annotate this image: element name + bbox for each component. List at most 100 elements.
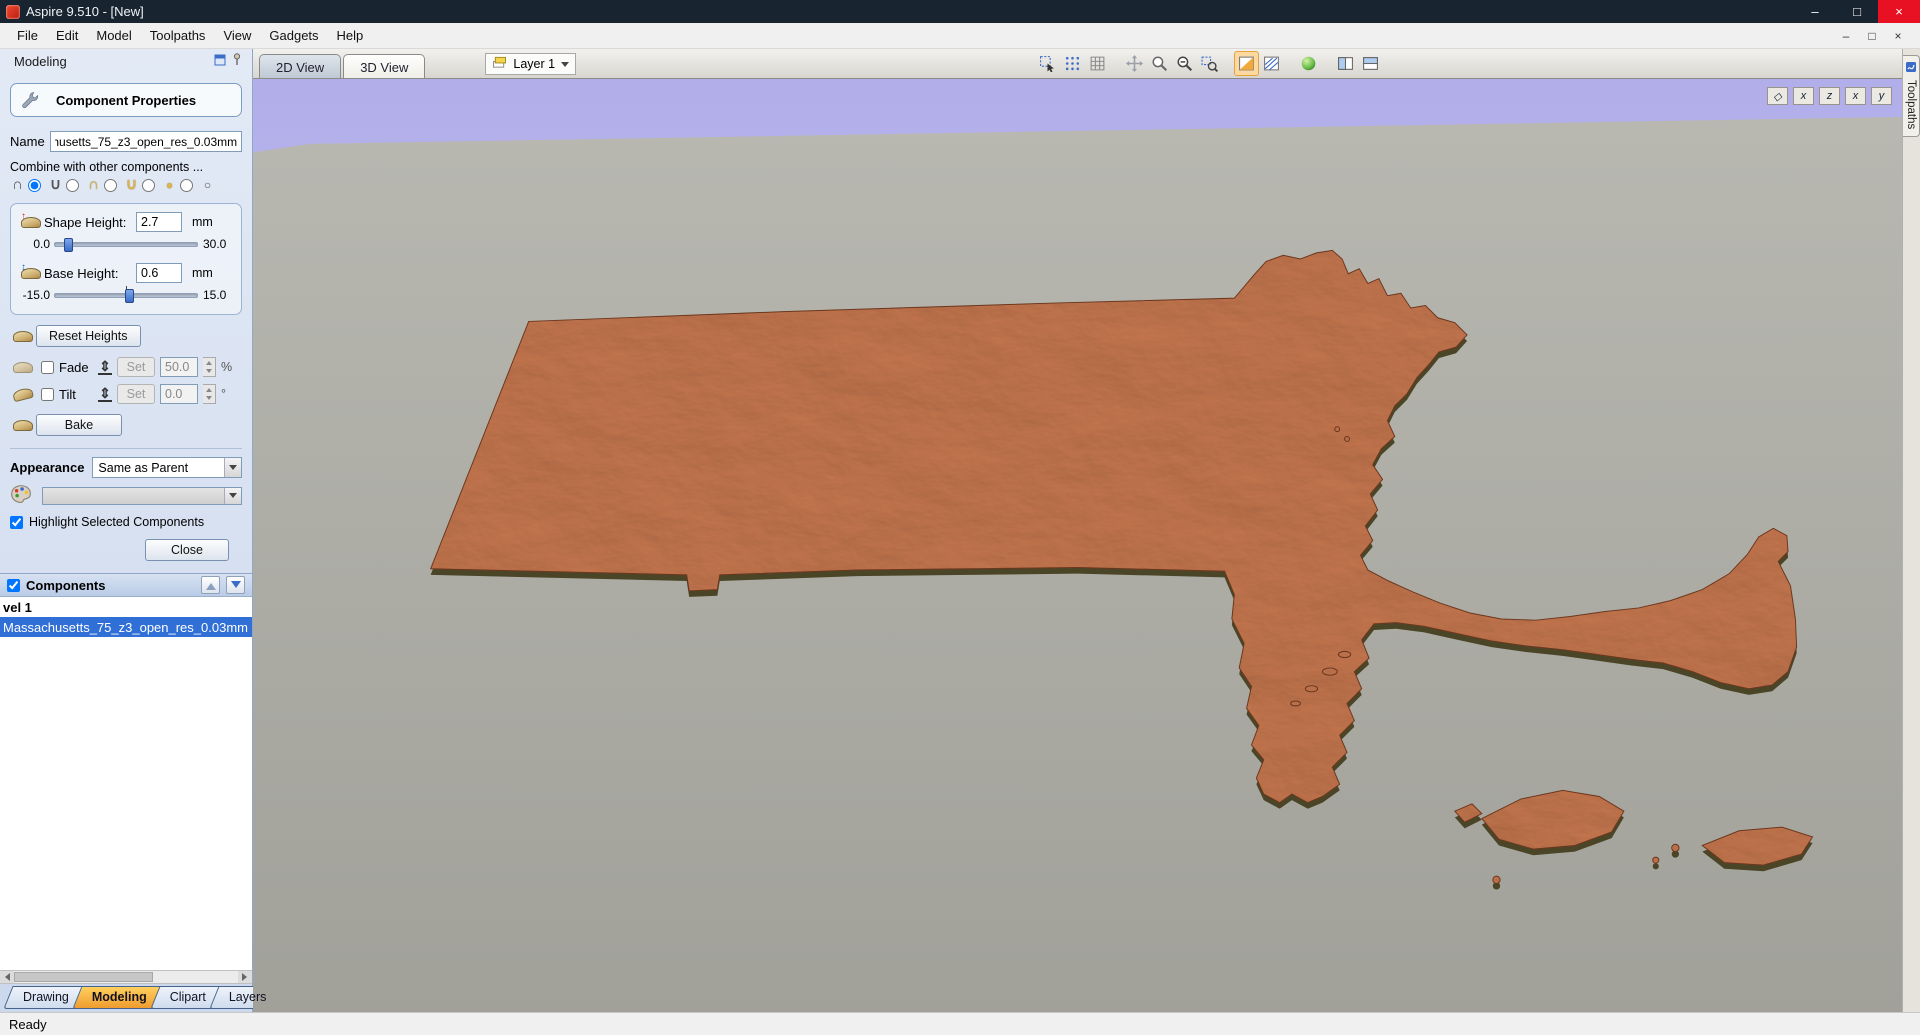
tab-2d-view[interactable]: 2D View — [259, 54, 342, 78]
panel-title: Modeling — [14, 53, 67, 69]
toggle-wireframe-button[interactable] — [1259, 51, 1284, 76]
combine-merge-high-radio[interactable] — [104, 178, 117, 192]
isometric-view-button[interactable]: ◇ — [1767, 87, 1788, 105]
combine-merge-low-icon: ∪ — [126, 176, 137, 193]
shape-height-slider-handle[interactable] — [63, 237, 73, 252]
arrow-up-icon — [205, 578, 216, 590]
canvas-tool-icons — [1035, 51, 1383, 76]
menu-toolpaths[interactable]: Toolpaths — [141, 25, 215, 46]
3d-viewport[interactable]: ◇ x z x y — [253, 78, 1902, 1012]
view-along-x2-button[interactable]: x — [1845, 87, 1866, 105]
mdi-window-controls: – □ × — [1838, 29, 1914, 43]
combine-add-radio[interactable] — [28, 178, 41, 192]
menu-gadgets[interactable]: Gadgets — [260, 25, 327, 46]
tilt-value-input[interactable] — [160, 384, 198, 404]
base-height-slider-handle[interactable] — [124, 288, 134, 303]
base-height-slider[interactable] — [54, 285, 198, 303]
fade-checkbox[interactable] — [41, 360, 54, 374]
tile-horizontal-button[interactable] — [1358, 51, 1383, 76]
appearance-dropdown[interactable]: Same as Parent — [92, 457, 242, 478]
tilt-checkbox[interactable] — [41, 387, 54, 401]
component-properties-title-box: Component Properties — [10, 83, 242, 117]
scrollbar-thumb[interactable] — [14, 972, 153, 982]
combine-multiply-radio[interactable] — [180, 178, 193, 192]
toolpaths-tab[interactable]: Toolpaths — [1903, 55, 1920, 138]
tab-modeling[interactable]: Modeling — [77, 986, 162, 1009]
components-checkbox[interactable] — [7, 578, 20, 592]
snap-grid-icon — [1065, 56, 1080, 71]
base-height-label: Base Height: — [44, 265, 119, 281]
tilt-label: Tilt — [59, 386, 76, 402]
components-horizontal-scrollbar[interactable] — [0, 970, 252, 984]
highlight-selected-checkbox[interactable] — [10, 515, 23, 529]
scroll-right-arrow[interactable] — [238, 971, 252, 983]
select-vectors-icon — [1040, 56, 1054, 72]
zoom-button[interactable] — [1147, 51, 1172, 76]
tilt-set-button[interactable]: Set — [117, 384, 155, 404]
combine-multiply-icon: ● — [165, 178, 174, 192]
component-selected-item[interactable]: Massachusetts_75_z3_open_res_0.03mm — [0, 617, 252, 637]
minimize-button[interactable]: – — [1794, 0, 1836, 23]
wrench-icon — [21, 91, 39, 112]
component-color-dropdown[interactable] — [42, 486, 242, 505]
base-height-input[interactable] — [136, 263, 182, 283]
fade-anchor-icon[interactable]: ⇕ — [98, 359, 112, 375]
tilt-spinner[interactable] — [203, 384, 216, 404]
highlight-selected-label: Highlight Selected Components — [29, 515, 205, 529]
combine-merge-low-radio[interactable] — [142, 178, 155, 192]
scroll-left-arrow[interactable] — [0, 971, 14, 983]
palette-icon — [10, 484, 32, 507]
view-along-x-button[interactable]: x — [1793, 87, 1814, 105]
restore-button[interactable]: □ — [1836, 0, 1878, 23]
zoom-out-button[interactable] — [1172, 51, 1197, 76]
dock-icon[interactable] — [214, 54, 226, 69]
zoom-box-button[interactable] — [1197, 51, 1222, 76]
reset-heights-icon — [10, 330, 36, 342]
bake-button[interactable]: Bake — [36, 414, 122, 436]
modeling-panel-header: Modeling — [0, 49, 252, 73]
tile-vertical-icon — [1338, 57, 1353, 70]
select-vectors-button[interactable] — [1035, 51, 1060, 76]
menu-file[interactable]: File — [8, 25, 47, 46]
mdi-restore-button[interactable]: □ — [1864, 29, 1880, 43]
menu-edit[interactable]: Edit — [47, 25, 87, 46]
fade-spinner[interactable] — [203, 357, 216, 377]
material-button[interactable] — [1296, 51, 1321, 76]
move-component-up-button[interactable] — [201, 576, 220, 594]
fade-value-input[interactable] — [160, 357, 198, 377]
component-level-item[interactable]: vel 1 — [0, 597, 252, 617]
mdi-close-button[interactable]: × — [1890, 29, 1906, 43]
pin-icon[interactable] — [232, 53, 242, 69]
view-along-y-button[interactable]: y — [1871, 87, 1892, 105]
close-button[interactable]: × — [1878, 0, 1920, 23]
snap-grid-button[interactable] — [1060, 51, 1085, 76]
component-name-input[interactable] — [50, 131, 242, 152]
app-icon — [6, 4, 20, 19]
pan-view-button[interactable] — [1122, 51, 1147, 76]
menu-view[interactable]: View — [214, 25, 260, 46]
fade-unit: % — [221, 360, 233, 374]
layer-label: Layer 1 — [513, 57, 556, 71]
toggle-grid-button[interactable] — [1085, 51, 1110, 76]
menu-model[interactable]: Model — [87, 25, 140, 46]
toggle-shading-button[interactable] — [1234, 51, 1259, 76]
canvas-toolbar: 2D View 3D View Layer 1 — [253, 49, 1902, 78]
shape-height-unit: mm — [192, 215, 213, 229]
view-down-z-button[interactable]: z — [1819, 87, 1840, 105]
layer-dropdown[interactable]: Layer 1 — [485, 53, 577, 75]
menu-help[interactable]: Help — [328, 25, 373, 46]
fade-set-button[interactable]: Set — [117, 357, 155, 377]
mdi-minimize-button[interactable]: – — [1838, 29, 1854, 43]
move-component-down-button[interactable] — [226, 576, 245, 594]
combine-subtract-radio[interactable] — [66, 178, 79, 192]
close-panel-button[interactable]: Close — [145, 539, 229, 561]
tile-vertical-button[interactable] — [1333, 51, 1358, 76]
pan-icon — [1126, 55, 1143, 72]
title-bar: Aspire 9.510 - [New] – □ × — [0, 0, 1920, 23]
reset-heights-button[interactable]: Reset Heights — [36, 325, 141, 347]
tilt-anchor-icon[interactable]: ⇕ — [98, 386, 112, 402]
modeling-panel: Modeling Component Properties Name Combi… — [0, 49, 266, 1012]
tab-3d-view[interactable]: 3D View — [343, 54, 426, 78]
shape-height-input[interactable] — [136, 212, 182, 232]
shape-height-slider[interactable] — [54, 237, 198, 252]
